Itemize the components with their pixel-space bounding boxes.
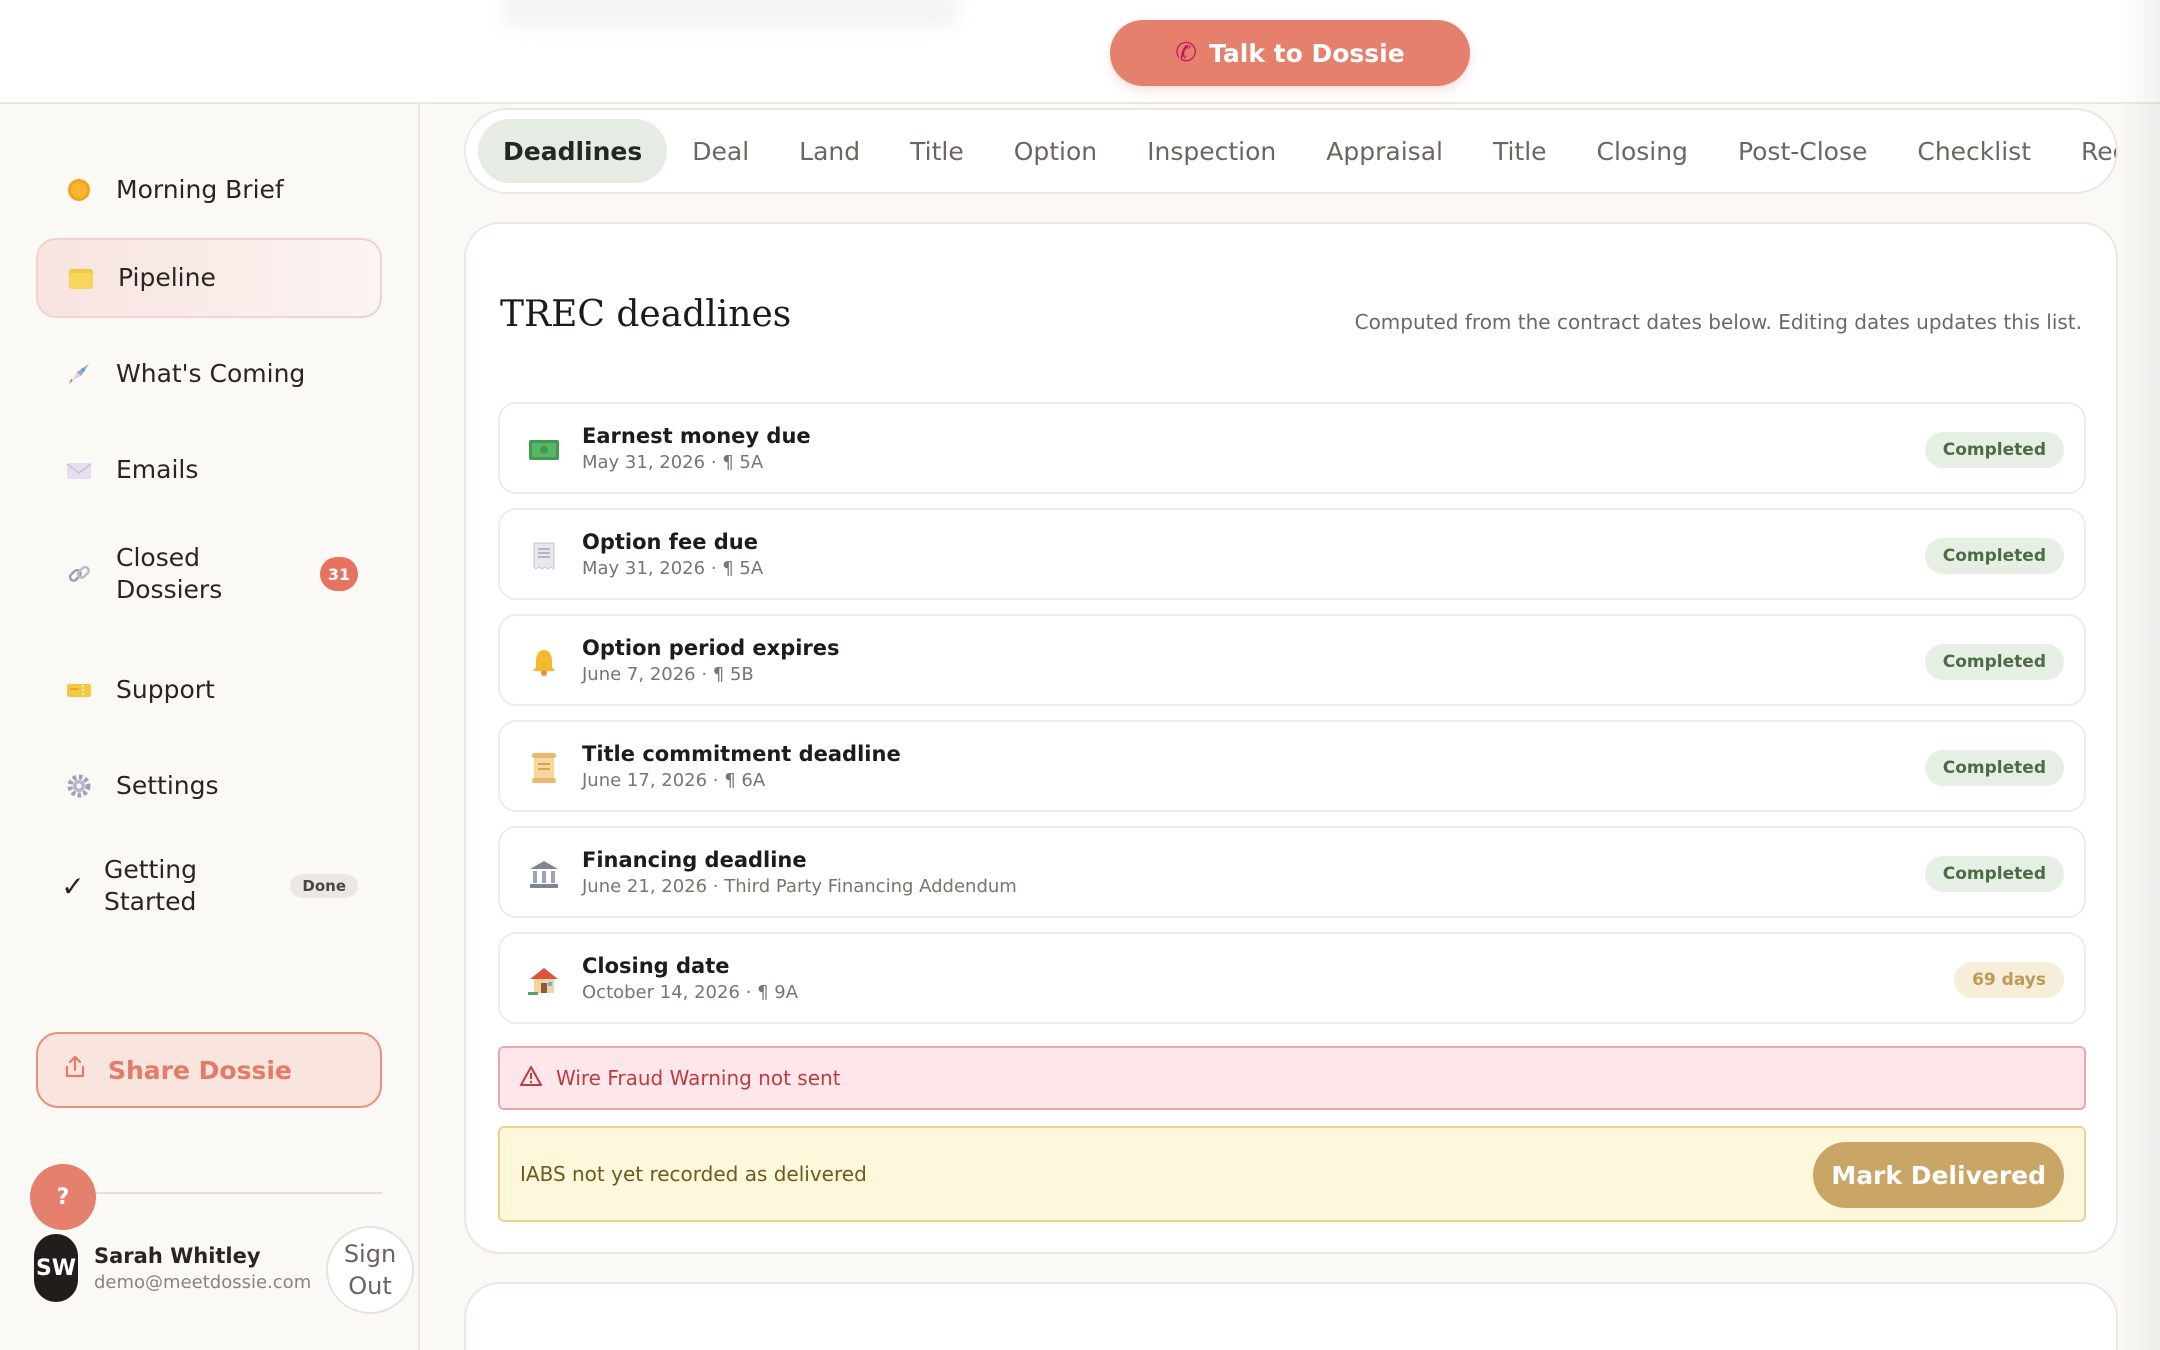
tab-deadlines[interactable]: Deadlines (478, 119, 668, 183)
share-icon (62, 1054, 88, 1086)
rocket-icon (64, 359, 94, 389)
sidebar-item-pipeline[interactable]: Pipeline (36, 238, 382, 318)
next-card (464, 1282, 2118, 1350)
deadline-row[interactable]: Title commitment deadline June 17, 2026 … (498, 720, 2086, 812)
card-title: TREC deadlines (500, 294, 792, 335)
deadline-title: Option fee due (582, 530, 758, 554)
deadline-title: Financing deadline (582, 848, 807, 872)
bank-icon (526, 856, 562, 892)
status-badge: Completed (1924, 644, 2064, 680)
sidebar-item-closed-dossiers[interactable]: Closed Dossiers 31 (36, 518, 382, 630)
sidebar-item-label: Settings (116, 771, 219, 800)
avatar[interactable]: SW (34, 1234, 78, 1302)
section-tabs: Deadlines Deal Land Title Option Inspect… (464, 108, 2118, 194)
deadline-meta: June 17, 2026 · ¶ 6A (582, 770, 766, 791)
deadline-meta: May 31, 2026 · ¶ 5A (582, 558, 764, 579)
tab-require[interactable]: Require (2056, 119, 2116, 183)
folder-icon (66, 263, 96, 293)
scroll-icon (526, 750, 562, 786)
tab-title-2[interactable]: Title (1468, 119, 1572, 183)
sun-icon (64, 175, 94, 205)
deadline-title: Closing date (582, 954, 730, 978)
envelope-icon (64, 455, 94, 485)
warning-icon (520, 1065, 542, 1091)
money-icon (526, 432, 562, 468)
status-badge: Completed (1924, 432, 2064, 468)
user-email: demo@meetdossie.com (94, 1272, 312, 1293)
sidebar-divider (96, 1192, 382, 1194)
sidebar: Morning Brief Pipeline What's Coming Ema… (0, 104, 420, 1350)
status-badge: Completed (1924, 856, 2064, 892)
deadline-title: Earnest money due (582, 424, 811, 448)
deadline-title: Option period expires (582, 636, 840, 660)
tab-option[interactable]: Option (989, 119, 1122, 183)
share-dossie-button[interactable]: Share Dossie (36, 1032, 382, 1108)
sidebar-item-label: Closed Dossiers (116, 543, 223, 604)
done-badge: Done (290, 874, 358, 898)
tab-land[interactable]: Land (774, 119, 885, 183)
top-bar-placeholder (500, 0, 960, 28)
talk-to-dossie-button[interactable]: ✆ Talk to Dossie (1110, 20, 1470, 86)
tab-deal[interactable]: Deal (667, 119, 774, 183)
deadline-title: Title commitment deadline (582, 742, 901, 766)
ticket-icon (64, 675, 94, 705)
checkmark-icon: ✓ (61, 869, 85, 903)
tab-inspection[interactable]: Inspection (1122, 119, 1301, 183)
deadline-row[interactable]: Earnest money due May 31, 2026 · ¶ 5A Co… (498, 402, 2086, 494)
iabs-text: IABS not yet recorded as delivered (520, 1162, 867, 1186)
share-dossie-label: Share Dossie (108, 1055, 292, 1085)
days-remaining-badge: 69 days (1954, 962, 2064, 998)
tab-title[interactable]: Title (885, 119, 989, 183)
sidebar-item-label: Support (116, 675, 215, 704)
wire-fraud-alert: Wire Fraud Warning not sent (498, 1046, 2086, 1110)
sidebar-item-getting-started[interactable]: ✓ Getting Started Done (36, 830, 382, 942)
mark-delivered-button[interactable]: Mark Delivered (1813, 1142, 2064, 1208)
scroll-shade (2120, 0, 2160, 1350)
count-badge: 31 (320, 557, 358, 591)
sidebar-item-emails[interactable]: Emails (36, 430, 382, 510)
bell-icon (526, 644, 562, 680)
sidebar-item-label: Getting Started (104, 855, 198, 916)
tab-appraisal[interactable]: Appraisal (1301, 119, 1468, 183)
deadline-row[interactable]: Closing date October 14, 2026 · ¶ 9A 69 … (498, 932, 2086, 1024)
card-subtitle: Computed from the contract dates below. … (1354, 310, 2082, 334)
iabs-notice: IABS not yet recorded as delivered Mark … (498, 1126, 2086, 1222)
link-icon (64, 559, 94, 589)
receipt-icon (526, 538, 562, 574)
sidebar-item-label: Pipeline (118, 263, 216, 292)
sidebar-item-support[interactable]: Support (36, 650, 382, 730)
sidebar-item-morning-brief[interactable]: Morning Brief (36, 150, 382, 230)
deadline-meta: October 14, 2026 · ¶ 9A (582, 982, 799, 1003)
deadline-row[interactable]: Option period expires June 7, 2026 · ¶ 5… (498, 614, 2086, 706)
deadline-meta: June 21, 2026 · Third Party Financing Ad… (582, 876, 1017, 897)
user-name: Sarah Whitley (94, 1244, 261, 1268)
deadline-meta: June 7, 2026 · ¶ 5B (582, 664, 754, 685)
status-badge: Completed (1924, 538, 2064, 574)
tab-closing[interactable]: Closing (1572, 119, 1713, 183)
top-bar: ✆ Talk to Dossie (0, 0, 2160, 104)
sidebar-item-label: What's Coming (116, 359, 306, 388)
phone-icon: ✆ (1175, 38, 1198, 68)
sidebar-item-whats-coming[interactable]: What's Coming (36, 334, 382, 414)
deadlines-card: TREC deadlines Computed from the contrac… (464, 222, 2118, 1254)
talk-to-dossie-label: Talk to Dossie (1209, 38, 1405, 68)
sidebar-item-settings[interactable]: Settings (36, 746, 382, 826)
deadline-row[interactable]: Option fee due May 31, 2026 · ¶ 5A Compl… (498, 508, 2086, 600)
status-badge: Completed (1924, 750, 2064, 786)
deadline-meta: May 31, 2026 · ¶ 5A (582, 452, 764, 473)
sidebar-item-label: Emails (116, 455, 199, 484)
sign-out-label: Sign Out (343, 1240, 397, 1300)
sign-out-button[interactable]: Sign Out (326, 1226, 414, 1314)
gear-icon (64, 771, 94, 801)
help-button[interactable]: ? (30, 1164, 96, 1230)
house-icon (526, 962, 562, 998)
sidebar-item-label: Morning Brief (116, 175, 284, 204)
tab-checklist[interactable]: Checklist (1892, 119, 2056, 183)
deadline-row[interactable]: Financing deadline June 21, 2026 · Third… (498, 826, 2086, 918)
wire-fraud-text: Wire Fraud Warning not sent (556, 1066, 841, 1090)
tab-post-close[interactable]: Post-Close (1713, 119, 1892, 183)
